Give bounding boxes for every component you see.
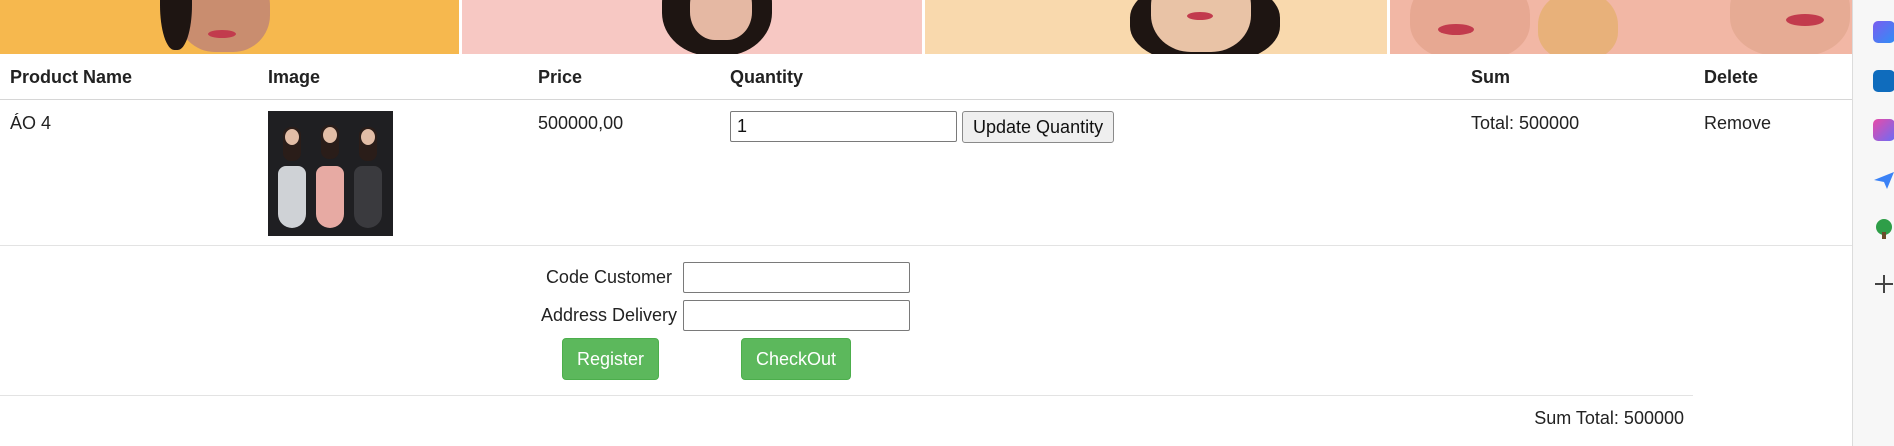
update-quantity-button[interactable]: Update Quantity: [962, 111, 1115, 143]
banner-image-3: [925, 0, 1390, 54]
code-customer-label: Code Customer: [545, 267, 672, 287]
plus-icon[interactable]: [1873, 273, 1894, 295]
tree-icon[interactable]: [1873, 218, 1894, 240]
header-image: Image: [268, 67, 321, 87]
product-name-cell: ÁO 4: [10, 113, 52, 133]
register-button[interactable]: Register: [562, 338, 659, 380]
checkout-button[interactable]: CheckOut: [741, 338, 851, 380]
banner-image-4: [1390, 0, 1852, 54]
copilot-icon[interactable]: [1873, 21, 1894, 43]
browser-sidebar: [1852, 0, 1894, 446]
header-sum: Sum: [1471, 67, 1511, 87]
sum-total: Sum Total: 500000: [1534, 408, 1684, 428]
banner-image-2: [462, 0, 925, 54]
send-icon[interactable]: [1873, 169, 1894, 191]
header-price: Price: [538, 67, 583, 87]
hero-banner: [0, 0, 1852, 54]
code-customer-input[interactable]: [683, 262, 910, 293]
designer-icon[interactable]: [1873, 119, 1894, 141]
row-sum-cell: Total: 500000: [1471, 113, 1580, 133]
header-quantity: Quantity: [730, 67, 804, 87]
quantity-input[interactable]: [730, 111, 957, 142]
cart-table: Product Name Image Price Quantity Sum De…: [0, 54, 1852, 246]
table-header-row: Product Name Image Price Quantity Sum De…: [0, 54, 1852, 100]
price-cell: 500000,00: [538, 113, 624, 133]
header-product-name: Product Name: [10, 67, 133, 87]
table-row: ÁO 4 500000,00 Update Quantity Total: 50…: [0, 100, 1852, 246]
remove-link[interactable]: Remove: [1704, 113, 1771, 134]
address-delivery-label: Address Delivery: [540, 305, 677, 325]
header-delete: Delete: [1704, 67, 1759, 87]
outlook-icon[interactable]: [1873, 70, 1894, 92]
product-thumbnail: [268, 111, 393, 236]
banner-image-1: [0, 0, 462, 54]
address-delivery-input[interactable]: [683, 300, 910, 331]
divider: [0, 395, 1693, 396]
